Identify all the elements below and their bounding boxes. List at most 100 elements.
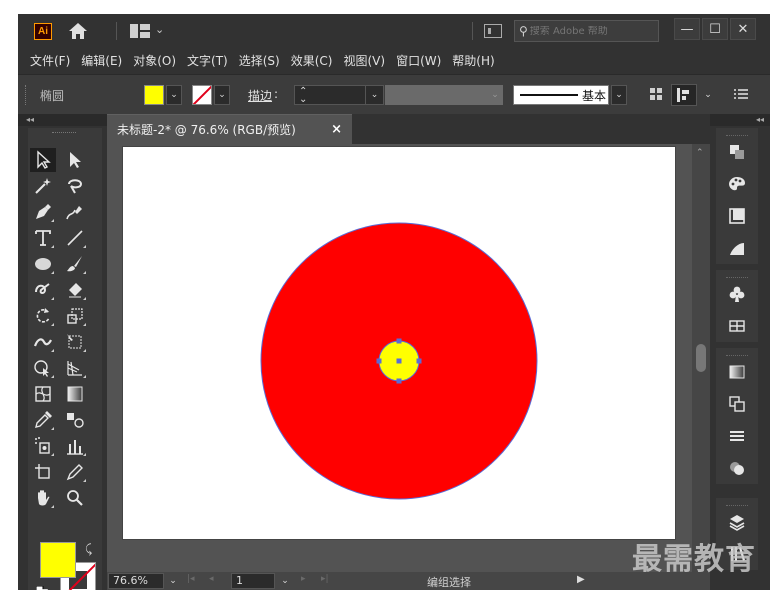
- eyedropper-tool[interactable]: [30, 408, 56, 432]
- rotate-tool[interactable]: [30, 304, 56, 328]
- stroke-label[interactable]: 描边: [248, 87, 272, 104]
- menu-object[interactable]: 对象(O): [133, 52, 176, 69]
- menu-help[interactable]: 帮助(H): [452, 52, 494, 69]
- workspace-layout-icon[interactable]: [130, 24, 150, 38]
- document-tab[interactable]: 未标题-2* @ 76.6% (RGB/预览) ×: [107, 114, 352, 144]
- toolbox-grip[interactable]: [52, 132, 76, 135]
- home-icon[interactable]: [68, 22, 88, 40]
- curvature-tool[interactable]: [62, 200, 88, 224]
- anchor-point-right[interactable]: [416, 358, 422, 364]
- first-artboard-icon[interactable]: |◂: [187, 574, 195, 584]
- expand-panels-icon[interactable]: ◂◂: [710, 114, 770, 126]
- fill-dropdown[interactable]: ⌄: [166, 85, 182, 105]
- slice-tool[interactable]: [62, 460, 88, 484]
- transparency-panel-button[interactable]: [716, 388, 758, 420]
- menu-file[interactable]: 文件(F): [30, 52, 70, 69]
- shaper-tool[interactable]: [30, 278, 56, 302]
- help-search[interactable]: ⚲: [514, 20, 659, 42]
- column-graph-tool[interactable]: [62, 434, 88, 458]
- selection-tool[interactable]: [30, 148, 56, 172]
- fill-color-box[interactable]: [40, 542, 76, 578]
- chevron-down-icon[interactable]: ⌄: [487, 85, 503, 105]
- stroke-weight-field[interactable]: ⌃ ⌄ ⌄: [294, 85, 384, 105]
- collapse-panel-icon[interactable]: ◂◂: [18, 114, 107, 126]
- stroke-swatch[interactable]: [192, 85, 212, 105]
- panel-grip[interactable]: [25, 85, 28, 105]
- gradient-panel-button[interactable]: [716, 232, 758, 264]
- stepper-icon[interactable]: ⌃ ⌄: [299, 87, 307, 105]
- vertical-scrollbar[interactable]: ⌃: [692, 144, 710, 572]
- chevron-down-icon[interactable]: ⌄: [700, 85, 716, 105]
- menu-view[interactable]: 视图(V): [343, 52, 385, 69]
- artboard[interactable]: [122, 146, 676, 540]
- center-point[interactable]: [396, 358, 402, 364]
- swatches-panel-button[interactable]: [716, 200, 758, 232]
- ellipse-tool[interactable]: [30, 252, 56, 276]
- stroke-panel-button[interactable]: [716, 420, 758, 452]
- type-tool[interactable]: [30, 226, 56, 250]
- next-artboard-icon[interactable]: ▸: [301, 574, 306, 584]
- lasso-tool[interactable]: [62, 174, 88, 198]
- anchor-point-bottom[interactable]: [396, 378, 402, 384]
- maximize-button[interactable]: ☐: [702, 18, 728, 40]
- brush-definition-select[interactable]: 基本: [513, 85, 609, 105]
- transform-grid-icon[interactable]: [650, 88, 662, 100]
- perspective-grid-tool[interactable]: [62, 356, 88, 380]
- pen-tool[interactable]: [30, 200, 56, 224]
- swap-fill-stroke-icon[interactable]: ⤹: [85, 542, 92, 557]
- variable-width-profile[interactable]: ⌄: [385, 85, 503, 105]
- blend-tool[interactable]: [62, 408, 88, 432]
- menu-type[interactable]: 文字(T): [187, 52, 228, 69]
- appearance-panel-button[interactable]: [716, 452, 758, 484]
- menu-edit[interactable]: 编辑(E): [81, 52, 122, 69]
- scrollbar-thumb[interactable]: [696, 344, 706, 372]
- previous-artboard-icon[interactable]: ◂: [209, 574, 214, 584]
- fill-swatch[interactable]: [144, 85, 164, 105]
- direct-selection-tool[interactable]: [62, 148, 88, 172]
- mesh-tool[interactable]: [30, 382, 56, 406]
- pathfinder-panel-button[interactable]: [716, 136, 758, 168]
- default-fill-stroke-icon[interactable]: [36, 586, 48, 590]
- menu-window[interactable]: 窗口(W): [396, 52, 441, 69]
- artboard-tool[interactable]: [30, 460, 56, 484]
- gradient-swatch-panel-button[interactable]: [716, 356, 758, 388]
- panel-grip[interactable]: [726, 348, 748, 356]
- help-search-input[interactable]: [529, 25, 640, 37]
- anchor-point-left[interactable]: [376, 358, 382, 364]
- scroll-up-icon[interactable]: ⌃: [696, 148, 704, 158]
- menu-effect[interactable]: 效果(C): [291, 52, 333, 69]
- panel-grip[interactable]: [726, 270, 748, 278]
- panel-menu-icon[interactable]: [734, 87, 748, 101]
- artboard-number-field[interactable]: 1: [231, 573, 275, 589]
- panel-grip[interactable]: [726, 498, 748, 506]
- color-panel-button[interactable]: [716, 168, 758, 200]
- panel-grip[interactable]: [726, 128, 748, 136]
- arrange-documents-icon[interactable]: [484, 24, 502, 38]
- chevron-down-icon[interactable]: ⌄: [365, 86, 383, 104]
- canvas-workspace[interactable]: [107, 144, 710, 572]
- close-button[interactable]: ✕: [730, 18, 756, 40]
- free-transform-tool[interactable]: [62, 330, 88, 354]
- stroke-color-dropdown[interactable]: ⌄: [214, 85, 230, 105]
- anchor-point-top[interactable]: [396, 338, 402, 344]
- brush-dropdown[interactable]: ⌄: [611, 85, 627, 105]
- gradient-tool[interactable]: [62, 382, 88, 406]
- minimize-button[interactable]: —: [674, 18, 700, 40]
- eraser-tool[interactable]: [62, 278, 88, 302]
- magic-wand-tool[interactable]: [30, 174, 56, 198]
- scale-tool[interactable]: [62, 304, 88, 328]
- menu-select[interactable]: 选择(S): [239, 52, 280, 69]
- symbols-panel-button[interactable]: [716, 278, 758, 310]
- last-artboard-icon[interactable]: ▸|: [321, 574, 329, 584]
- symbol-sprayer-tool[interactable]: [30, 434, 56, 458]
- width-tool[interactable]: [30, 330, 56, 354]
- zoom-level-field[interactable]: 76.6%: [108, 573, 164, 589]
- close-tab-icon[interactable]: ×: [331, 122, 342, 137]
- hand-tool[interactable]: [30, 486, 56, 510]
- artboard-dropdown[interactable]: ⌄: [277, 573, 293, 589]
- line-segment-tool[interactable]: [62, 226, 88, 250]
- align-button[interactable]: [671, 84, 697, 106]
- zoom-tool[interactable]: [62, 486, 88, 510]
- graphic-styles-panel-button[interactable]: [716, 310, 758, 342]
- chevron-down-icon[interactable]: ⌄: [155, 23, 164, 36]
